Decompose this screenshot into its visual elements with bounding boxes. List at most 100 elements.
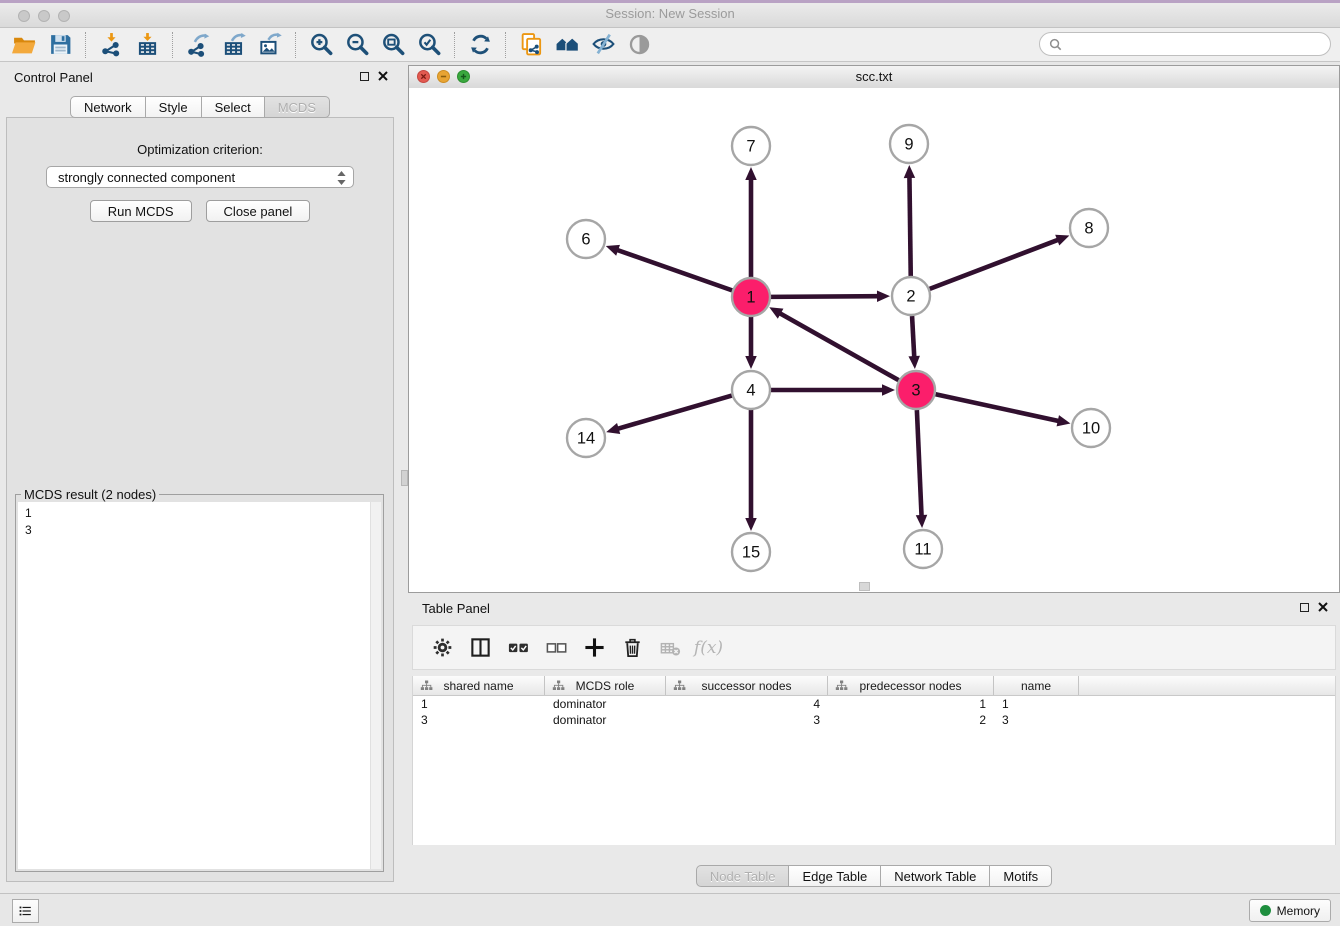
run-mcds-button[interactable]: Run MCDS [90,200,192,222]
float-table-panel-icon[interactable] [1300,603,1309,612]
table-row[interactable]: 3dominator323 [413,712,1335,728]
close-view-button[interactable] [417,70,430,83]
open-folder-button[interactable] [6,30,42,60]
graph-edge-4-14[interactable] [606,396,732,434]
graph-node-8[interactable]: 8 [1070,209,1108,247]
table-tab-node-table[interactable]: Node Table [696,865,790,887]
minimize-view-button[interactable] [437,70,450,83]
search-icon [1049,38,1062,51]
node-label: 15 [742,544,760,562]
table-tab-edge-table[interactable]: Edge Table [788,865,881,887]
tab-select[interactable]: Select [201,96,265,118]
canvas-scroll-handle[interactable] [859,582,870,591]
graph-edge-4-15[interactable] [745,410,757,531]
hide-selected-button[interactable] [585,30,621,60]
node-label: 2 [906,288,915,306]
graph-node-7[interactable]: 7 [732,127,770,165]
column-header-predecessor-nodes[interactable]: predecessor nodes [828,676,994,695]
memory-button[interactable]: Memory [1249,899,1331,922]
graph-edge-1-6[interactable] [606,245,732,291]
show-graphics-details-button[interactable] [621,30,657,60]
tab-network[interactable]: Network [70,96,146,118]
add-column-button[interactable] [578,632,611,664]
graph-edge-2-9[interactable] [904,165,915,276]
table-row[interactable]: 1dominator411 [413,696,1335,712]
graph-edge-1-4[interactable] [745,317,757,369]
graph-node-3[interactable]: 3 [897,371,935,409]
graph-node-15[interactable]: 15 [732,533,770,571]
cell-shared-name[interactable]: 1 [413,696,545,712]
graph-edge-2-8[interactable] [930,235,1070,289]
table-header-row: shared nameMCDS rolesuccessor nodesprede… [413,676,1335,696]
close-window-button[interactable] [18,10,30,22]
zoom-in-button[interactable] [303,30,339,60]
zoom-fit-button[interactable] [375,30,411,60]
cell-successor-nodes[interactable]: 4 [666,696,828,712]
mcds-result-list: 13 [18,502,381,542]
column-header-successor-nodes[interactable]: successor nodes [666,676,828,695]
zoom-view-button[interactable] [457,70,470,83]
clone-network-button[interactable] [513,30,549,60]
graph-node-6[interactable]: 6 [567,220,605,258]
close-panel-icon[interactable] [378,71,388,81]
close-table-panel-icon[interactable] [1318,602,1328,612]
cell-mcds-role[interactable]: dominator [545,696,666,712]
task-history-button[interactable] [12,899,39,923]
graph-edge-1-7[interactable] [745,167,757,277]
minimize-window-button[interactable] [38,10,50,22]
graph-node-14[interactable]: 14 [567,419,605,457]
graph-node-11[interactable]: 11 [904,530,942,568]
result-scrollbar[interactable] [370,502,381,869]
graph-edge-4-3[interactable] [771,384,895,396]
save-button[interactable] [42,30,78,60]
delete-column-button[interactable] [616,632,649,664]
divider-handle[interactable] [401,470,408,486]
deselect-all-checkboxes-button[interactable] [540,632,573,664]
cell-successor-nodes[interactable]: 3 [666,712,828,728]
first-neighbors-button[interactable] [549,30,585,60]
network-canvas[interactable]: 1 2 3 4 6 7 8 9 10 11 14 15 [409,88,1339,592]
split-view-button[interactable] [464,632,497,664]
graph-edge-2-3[interactable] [908,316,919,369]
zoom-selected-button[interactable] [411,30,447,60]
column-header-shared-name[interactable]: shared name [413,676,545,695]
graph-edge-3-10[interactable] [936,394,1071,426]
zoom-window-button[interactable] [58,10,70,22]
close-panel-button[interactable]: Close panel [206,200,311,222]
search-input[interactable] [1067,36,1321,52]
export-network-button[interactable] [180,30,216,60]
tab-style[interactable]: Style [145,96,202,118]
search-box[interactable] [1039,32,1331,56]
graph-edge-3-1[interactable] [769,307,898,380]
cell-predecessor-nodes[interactable]: 1 [828,696,994,712]
cell-name[interactable]: 1 [994,696,1079,712]
tab-mcds[interactable]: MCDS [264,96,330,118]
cell-mcds-role[interactable]: dominator [545,712,666,728]
column-header-mcds-role[interactable]: MCDS role [545,676,666,695]
float-panel-icon[interactable] [360,72,369,81]
import-table-button[interactable] [129,30,165,60]
cell-shared-name[interactable]: 3 [413,712,545,728]
criterion-select[interactable]: strongly connected component [46,166,354,188]
graph-node-4[interactable]: 4 [732,371,770,409]
graph-node-2[interactable]: 2 [892,277,930,315]
table-tab-network-table[interactable]: Network Table [880,865,990,887]
refresh-layout-button[interactable] [462,30,498,60]
cell-predecessor-nodes[interactable]: 2 [828,712,994,728]
graph-node-1[interactable]: 1 [732,278,770,316]
select-all-checkboxes-button[interactable] [502,632,535,664]
column-header-name[interactable]: name [994,676,1079,695]
export-table-button[interactable] [216,30,252,60]
graph-edge-1-2[interactable] [771,290,890,301]
gear-button[interactable] [426,632,459,664]
panel-divider[interactable] [400,62,408,893]
export-image-button[interactable] [252,30,288,60]
zoom-out-button[interactable] [339,30,375,60]
graph-edge-3-11[interactable] [916,410,927,528]
header-filler [1079,676,1335,695]
graph-node-10[interactable]: 10 [1072,409,1110,447]
cell-name[interactable]: 3 [994,712,1079,728]
import-network-button[interactable] [93,30,129,60]
table-tab-motifs[interactable]: Motifs [989,865,1052,887]
graph-node-9[interactable]: 9 [890,125,928,163]
